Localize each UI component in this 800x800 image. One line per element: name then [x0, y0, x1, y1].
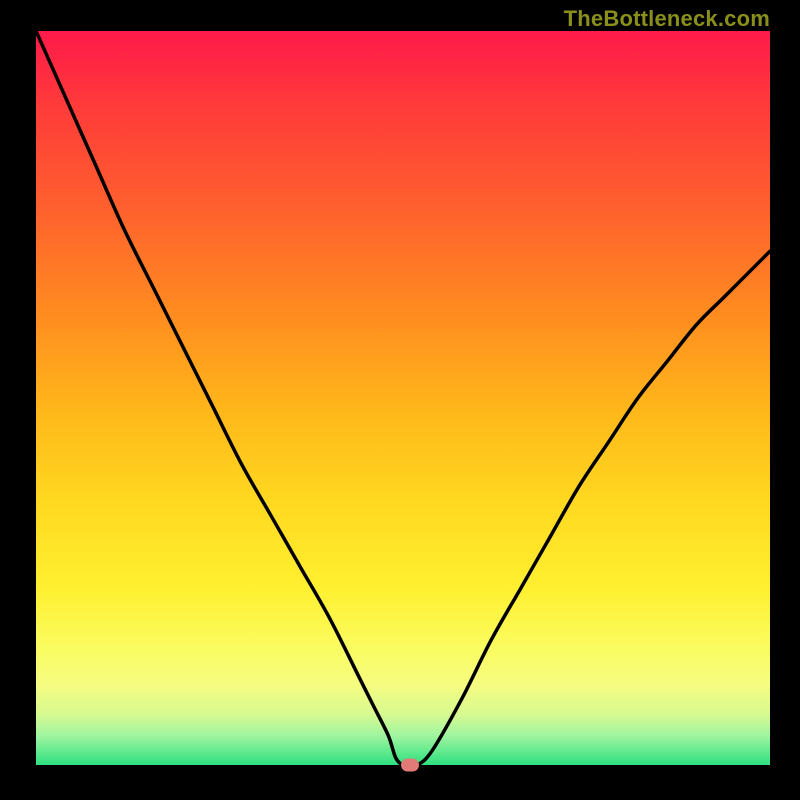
optimal-point-marker [401, 759, 419, 772]
chart-frame: TheBottleneck.com [0, 0, 800, 800]
curve-svg [36, 31, 770, 765]
watermark-text: TheBottleneck.com [564, 6, 770, 32]
bottleneck-curve [36, 31, 770, 765]
